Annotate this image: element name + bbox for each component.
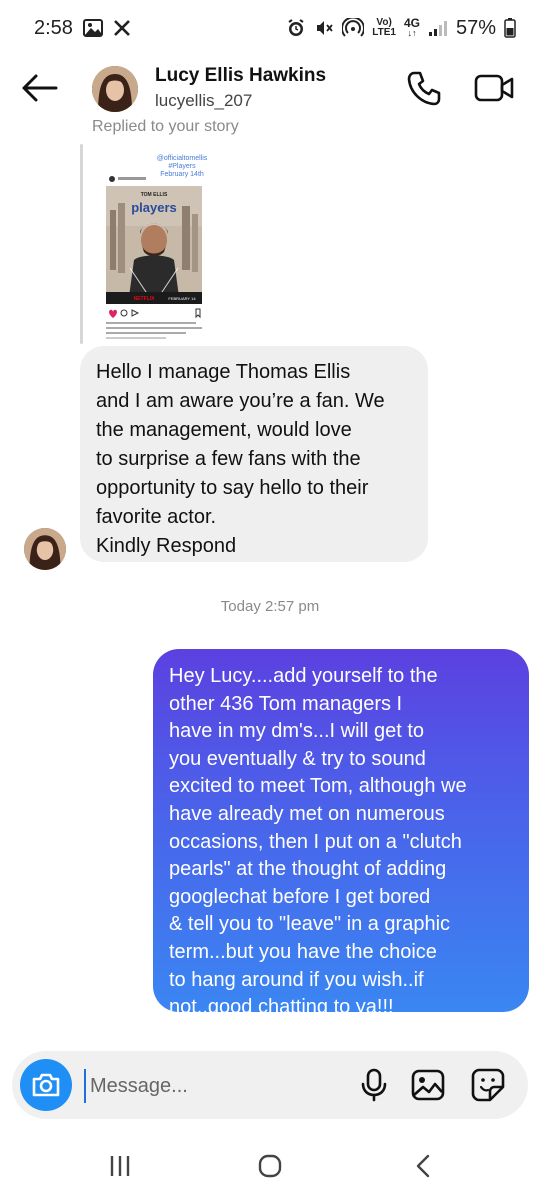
gallery-button[interactable]	[410, 1067, 446, 1103]
received-message-line: Hello I manage Thomas Ellis	[96, 361, 351, 383]
microphone-icon	[361, 1068, 387, 1102]
chat-header: Lucy Ellis Hawkins lucyellis_207	[0, 56, 540, 120]
camera-icon	[32, 1073, 60, 1097]
phone-icon	[407, 71, 441, 106]
sender-avatar-image	[24, 528, 66, 570]
network-type-label: 4G	[403, 16, 420, 30]
camera-button[interactable]	[20, 1059, 72, 1111]
received-message-line: and I am aware you’re a fan. We	[96, 390, 385, 412]
recent-apps-button[interactable]	[106, 1152, 134, 1180]
sent-message-line: pearls" at the thought of adding	[169, 858, 447, 881]
story-caption-line-1: @officialtomellis	[157, 155, 208, 162]
battery-percent: 57%	[455, 16, 496, 39]
message-timestamp: Today 2:57 pm	[220, 598, 320, 615]
status-right: Vo) LTE1 4G ↓↑ 57%	[286, 17, 540, 40]
received-message-bubble[interactable]: Hello I manage Thomas Ellis and I am awa…	[80, 346, 428, 562]
sent-message-line: & tell you to "leave" in a graphic	[169, 913, 451, 936]
story-image: @officialtomellis #Players February 14th…	[100, 148, 216, 342]
alarm-icon	[286, 18, 306, 38]
sent-message-bubble[interactable]: Hey Lucy....add yourself to the other 43…	[153, 649, 529, 1018]
status-time: 2:58	[34, 16, 73, 39]
lte-label: LTE1	[372, 27, 396, 38]
network-type-icon: 4G ↓↑	[403, 16, 420, 38]
poster-actor: TOM ELLIS	[141, 192, 168, 198]
sent-message-line: term...but you have the choice	[169, 940, 437, 963]
poster-title: players	[131, 200, 177, 215]
received-message-line: Kindly Respond	[96, 535, 237, 557]
sticker-button[interactable]	[470, 1067, 506, 1103]
hotspot-icon	[342, 18, 365, 38]
poster-brand: NETFLIX	[134, 296, 155, 302]
x-app-icon	[113, 19, 131, 37]
back-arrow-icon	[22, 74, 58, 102]
home-icon	[258, 1154, 282, 1178]
sent-message-line: have in my dm's...I will get to	[169, 720, 425, 743]
voice-message-button[interactable]	[356, 1067, 392, 1103]
system-nav-bar	[0, 1130, 540, 1200]
received-message-line: the management, would love	[96, 419, 352, 441]
sticker-icon	[471, 1068, 505, 1102]
sent-message-line: Hey Lucy....add yourself to the	[169, 665, 438, 687]
received-message-line: opportunity to say hello to their	[96, 477, 369, 499]
status-bar: 2:58 Vo) LTE1 4G ↓↑ 57%	[0, 0, 540, 56]
signal-icon	[428, 19, 448, 37]
replied-to-story-label: Replied to your story	[92, 118, 239, 135]
home-button[interactable]	[256, 1152, 284, 1180]
poster-date: FEBRUARY 14	[168, 296, 196, 301]
sent-message-line: occasions, then I put on a "clutch	[169, 830, 462, 853]
sent-message-line: other 436 Tom managers I	[169, 692, 403, 715]
message-input[interactable]	[84, 1069, 352, 1103]
recents-icon	[110, 1156, 130, 1176]
status-left: 2:58	[0, 17, 131, 40]
video-camera-icon	[474, 74, 514, 102]
chevron-left-icon	[416, 1154, 430, 1178]
sent-message-line: excited to meet Tom, although we	[169, 775, 467, 798]
sent-message-line: googlechat before I get bored	[169, 885, 431, 908]
mute-icon	[314, 18, 334, 38]
story-caption-line-2: #Players	[168, 163, 196, 170]
gallery-notification-icon	[82, 19, 103, 37]
voice-call-button[interactable]	[404, 68, 444, 108]
sent-message-line: have already met on numerous	[169, 802, 445, 825]
sent-message-line: you eventually & try to sound	[169, 747, 426, 770]
avatar-image	[92, 66, 138, 112]
sent-message-line: not..good chatting to ya!!!	[169, 996, 394, 1019]
battery-icon	[504, 18, 516, 38]
avatar[interactable]	[92, 66, 138, 112]
received-message-line: favorite actor.	[96, 506, 217, 528]
gallery-icon	[411, 1069, 445, 1101]
story-caption-line-3: February 14th	[160, 171, 204, 178]
story-thumbnail[interactable]: @officialtomellis #Players February 14th…	[100, 148, 216, 342]
system-back-button[interactable]	[410, 1152, 438, 1180]
sender-avatar[interactable]	[24, 528, 66, 570]
message-composer	[12, 1051, 528, 1119]
data-arrows-icon: ↓↑	[407, 28, 417, 38]
received-message-line: to surprise a few fans with the	[96, 448, 361, 470]
story-reply-bar	[80, 144, 83, 344]
video-call-button[interactable]	[472, 68, 518, 108]
sent-message-line: to hang around if you wish..if	[169, 968, 424, 991]
contact-username[interactable]: lucyellis_207	[155, 91, 252, 111]
volte-icon: Vo) LTE1	[372, 18, 396, 38]
contact-name[interactable]: Lucy Ellis Hawkins	[155, 65, 326, 87]
back-button[interactable]	[20, 72, 60, 104]
